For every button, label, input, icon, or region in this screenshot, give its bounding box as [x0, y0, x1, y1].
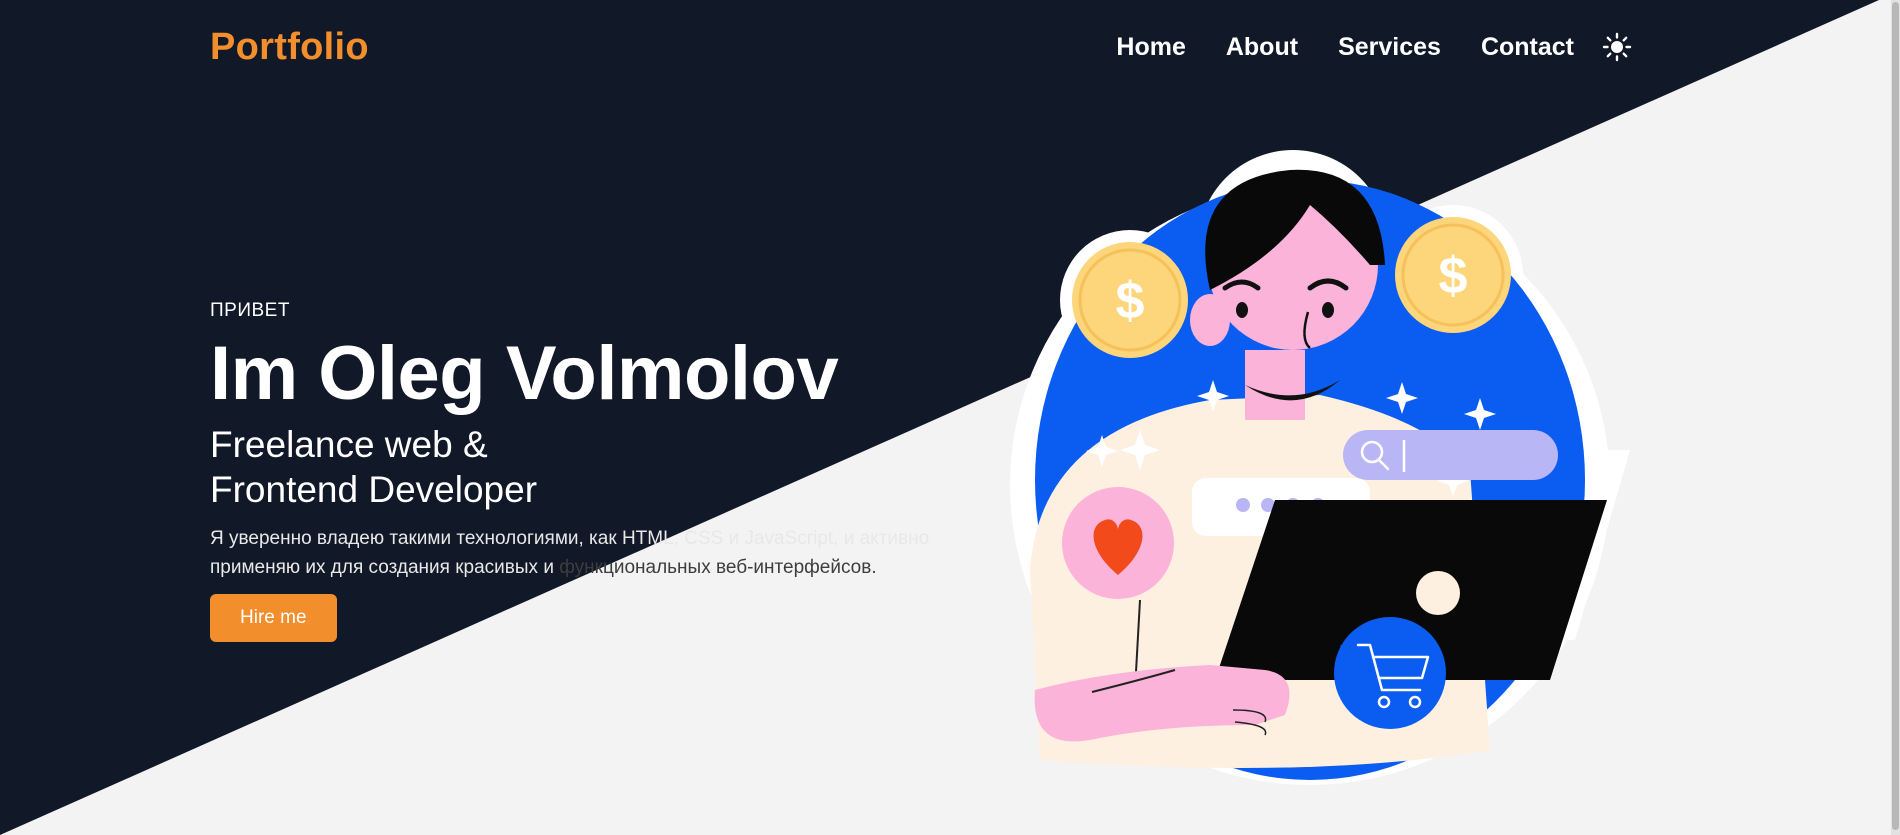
- scrollbar[interactable]: [1891, 0, 1900, 835]
- nav-contact[interactable]: Contact: [1481, 33, 1574, 62]
- hero-section: ПРИВЕТ Im Oleg Volmolov Freelance web & …: [210, 300, 1010, 642]
- hero-description-line2-part1: применяю их для создания красивых и: [210, 556, 560, 578]
- developer-illustration: $ $: [1010, 150, 1630, 785]
- nav-services[interactable]: Services: [1338, 33, 1441, 62]
- site-header: Portfolio Home About Services Contact: [0, 0, 1900, 100]
- hero-role-line1: Freelance web &: [210, 423, 488, 465]
- hero-role-line2: Frontend Developer: [210, 468, 538, 510]
- hero-description: Я уверенно владею такими технологиями, к…: [210, 524, 990, 582]
- nav-home[interactable]: Home: [1116, 33, 1185, 62]
- hero-name: Im Oleg Volmolov: [210, 331, 839, 416]
- hero-description-line2-part2: функциональных веб-интерфейсов.: [559, 556, 877, 578]
- scrollbar-thumb[interactable]: [1892, 2, 1899, 830]
- svg-text:$: $: [1116, 272, 1145, 330]
- nav-about[interactable]: About: [1226, 33, 1298, 62]
- sun-icon[interactable]: [1602, 32, 1632, 62]
- logo[interactable]: Portfolio: [210, 26, 369, 69]
- hire-me-button[interactable]: Hire me: [210, 593, 337, 642]
- hero-role: Freelance web & Frontend Developer: [210, 422, 1010, 512]
- svg-text:$: $: [1439, 247, 1468, 305]
- hero-description-line1: Я уверенно владею такими технологиями, к…: [210, 527, 930, 549]
- main-nav: Home About Services Contact: [1076, 32, 1632, 62]
- hero-greeting: ПРИВЕТ: [210, 300, 290, 321]
- hero-description-line2: применяю их для создания красивых и функ…: [210, 553, 990, 582]
